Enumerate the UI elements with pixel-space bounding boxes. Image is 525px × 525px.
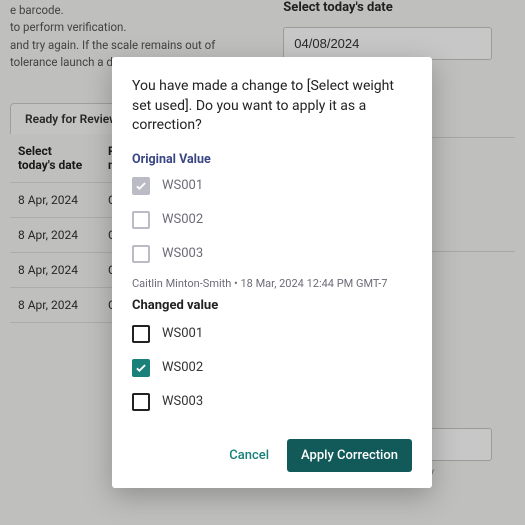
checkbox-checked-icon[interactable]	[132, 359, 150, 377]
modal-actions: Cancel Apply Correction	[132, 439, 412, 472]
checkbox-empty-icon	[132, 211, 150, 229]
original-option-ws001: WS001	[132, 177, 412, 195]
changed-option-ws003[interactable]: WS003	[132, 393, 412, 411]
changed-option-ws001[interactable]: WS001	[132, 325, 412, 343]
checkbox-empty-icon[interactable]	[132, 393, 150, 411]
checkbox-checked-icon	[132, 177, 150, 195]
checkbox-empty-icon[interactable]	[132, 325, 150, 343]
audit-meta: Caitlin Minton-Smith • 18 Mar, 2024 12:4…	[132, 277, 412, 290]
changed-option-ws002[interactable]: WS002	[132, 359, 412, 377]
apply-correction-button[interactable]: Apply Correction	[287, 439, 412, 472]
changed-value-label: Changed value	[132, 298, 412, 313]
checkbox-empty-icon	[132, 245, 150, 263]
original-option-ws002: WS002	[132, 211, 412, 229]
original-value-label: Original Value	[132, 152, 412, 167]
modal-title: You have made a change to [Select weight…	[132, 77, 412, 136]
correction-modal: You have made a change to [Select weight…	[112, 57, 432, 488]
cancel-button[interactable]: Cancel	[229, 448, 269, 463]
original-option-ws003: WS003	[132, 245, 412, 263]
